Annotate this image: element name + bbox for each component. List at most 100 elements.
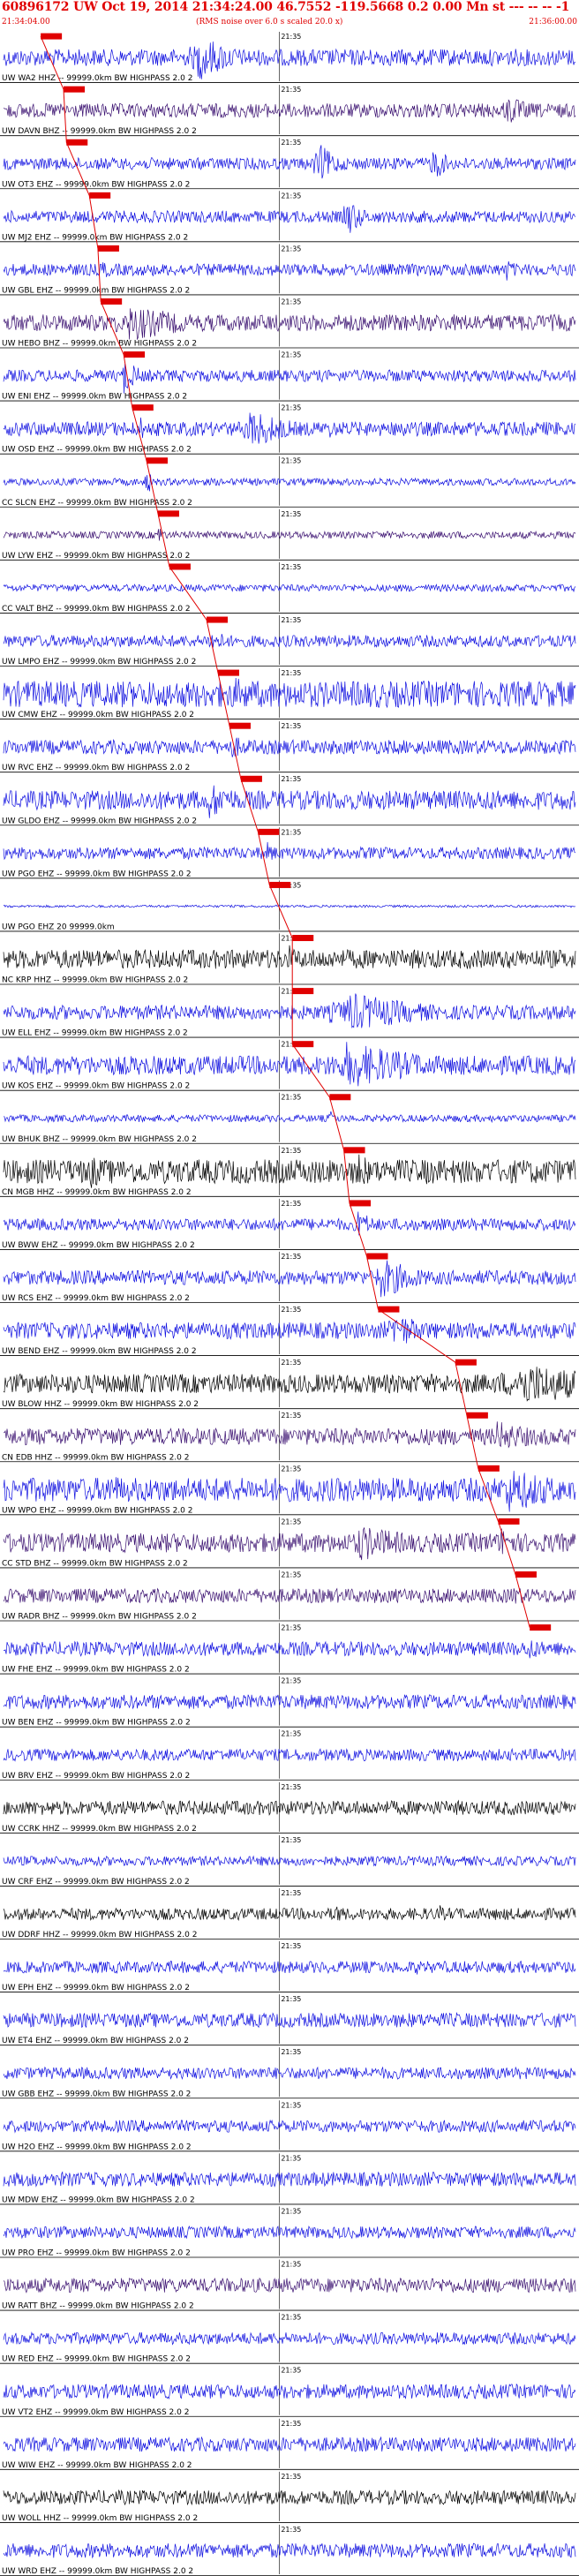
pick-marker [366,1253,388,1260]
waveform-trace [3,1527,576,1561]
station-label: UW PGO EHZ -- 99999.0km BW HIGHPASS 2.0 … [2,870,192,878]
trace-row: 21:35 CC VALT BHZ -- 99999.0km BW HIGHPAS… [0,561,579,614]
trace-row: 21:35 UW OSD EHZ -- 99999.0km BW HIGHPASS… [0,403,579,455]
trace-row: 21:35 CC STD BHZ -- 99999.0km BW HIGHPASS… [0,1517,579,1568]
minute-label: 21:35 [281,2526,301,2534]
waveform-trace [3,1211,576,1236]
minute-label: 21:35 [281,1147,301,1155]
station-label: UW WRD EHZ -- 99999.0km BW HIGHPASS 2.0 … [2,2567,193,2576]
waveform-trace [3,583,576,593]
minute-label: 21:35 [281,33,301,41]
station-label: UW BLOW HHZ -- 99999.0km BW HIGHPASS 2.0… [2,1400,199,1409]
pick-marker [515,1571,537,1578]
minute-label: 21:35 [281,1942,301,1950]
waveform-trace [3,308,576,341]
pick-marker [229,722,251,729]
trace-row: 21:35 CN EDB HHZ -- 99999.0km BW HIGHPASS… [0,1411,579,1462]
pick-marker [292,1041,314,1048]
waveform-trace [3,474,576,492]
minute-label: 21:35 [281,1889,301,1897]
trace-row: 21:35 UW RVC EHZ -- 99999.0km BW HIGHPASS… [0,721,579,772]
station-label: UW BHUK BHZ -- 99999.0km BW HIGHPASS 2.0… [2,1135,197,1144]
trace-row: 21:35 UW WPO EHZ -- 99999.0km BW HIGHPASS… [0,1464,579,1515]
station-label: UW HEBO BHZ -- 99999.0km BW HIGHPASS 2.0… [2,340,197,349]
waveform-trace [3,99,576,123]
minute-label: 21:35 [281,1094,301,1102]
pick-marker [466,1412,488,1419]
station-label: UW RVC EHZ -- 99999.0km BW HIGHPASS 2.0 … [2,764,190,772]
waveform-trace [3,2012,576,2029]
station-label: UW GBB EHZ -- 99999.0km BW HIGHPASS 2.0 … [2,2090,191,2098]
trace-row: 21:35 UW MJ2 EHZ -- 99999.0km BW HIGHPASS… [0,191,579,242]
trace-row: 21:35 UW LMPO EHZ -- 99999.0km BW HIGHPAS… [0,614,579,667]
waveform-trace [3,1694,576,1710]
station-label: UW GLDO EHZ -- 99999.0km BW HIGHPASS 2.0… [2,817,197,825]
station-label: CC VALT BHZ -- 99999.0km BW HIGHPASS 2.0… [2,605,191,614]
station-label: UW PRO EHZ -- 99999.0km BW HIGHPASS 2.0 … [2,2249,191,2258]
station-label: UW BEND EHZ -- 99999.0km BW HIGHPASS 2.0… [2,1347,197,1356]
waveform-trace [3,364,576,394]
event-title: 60896172 UW Oct 19, 2014 21:34:24.00 46.… [2,0,570,14]
trace-row: 21:35 UW RATT BHZ -- 99999.0km BW HIGHPAS… [0,2259,579,2311]
trace-row: 21:35 UW CRF EHZ -- 99999.0km BW HIGHPASS… [0,1834,579,1887]
minute-label: 21:35 [281,1518,301,1525]
minute-label: 21:35 [281,2261,301,2269]
trace-row: 21:35 UW H2O EHZ -- 99999.0km BW HIGHPASS… [0,2100,579,2151]
pick-marker [343,1147,365,1154]
station-label: UW LMPO EHZ -- 99999.0km BW HIGHPASS 2.0… [2,658,196,667]
station-label: NC KRP HHZ -- 99999.0km BW HIGHPASS 2.0 … [2,976,188,985]
minute-label: 21:35 [281,2420,301,2428]
trace-row: 21:35 UW BRV EHZ -- 99999.0km BW HIGHPASS… [0,1729,579,1781]
minute-label: 21:35 [281,563,301,571]
trace-row: 21:35NC KRP HHZ -- 99999.0km BW HIGHPASS… [0,933,579,985]
waveform-trace [3,145,576,179]
pick-marker [64,86,86,93]
waveform-trace [3,1154,576,1188]
minute-label: 21:35 [281,2154,301,2162]
waveform-trace [3,2171,576,2188]
pick-marker [97,245,119,252]
waveform-trace [3,634,576,648]
waveform-trace [3,945,576,969]
waveform-trace [3,1747,576,1762]
waveform-trace [3,2436,576,2452]
pick-marker [350,1200,372,1207]
station-label: UW WIW EHZ -- 99999.0km BW HIGHPASS 2.0 … [2,2461,192,2470]
pick-marker [455,1359,477,1366]
waveform-trace [3,785,576,818]
trace-row: 21:35 UW FHE EHZ -- 99999.0km BW HIGHPASS… [0,1623,579,1675]
station-label: CC SLCN EHZ -- 99999.0km BW HIGHPASS 2.0… [2,499,192,508]
waveform-trace [3,993,576,1028]
trace-row: 21:35 UW WRD EHZ -- 99999.0km BW HIGHPASS… [0,2524,579,2576]
waveform-trace [3,1367,576,1402]
trace-row: 21:35 UW BEND EHZ -- 99999.0km BW HIGHPAS… [0,1305,579,1356]
trace-row: 21:35 UW GBB EHZ -- 99999.0km BW HIGHPASS… [0,2047,579,2098]
minute-label: 21:35 [281,1783,301,1791]
trace-row: 21:35 UW LYW EHZ -- 99999.0km BW HIGHPASS… [0,508,579,561]
waveform-trace [3,2225,576,2240]
pick-marker [498,1518,520,1525]
waveform-trace [3,841,576,861]
pick-marker [207,616,229,623]
minute-label: 21:35 [281,404,301,412]
waveform-trace [3,1640,576,1659]
waveform-trace [3,904,576,908]
trace-row: 21:35 UW GBL EHZ -- 99999.0km BW HIGHPASS… [0,244,579,295]
pick-marker [147,457,168,464]
waveform-trace [3,1905,576,1922]
pick-marker [124,351,146,358]
waveform-trace [3,412,576,444]
station-label: UW CMW EHZ -- 99999.0km BW HIGHPASS 2.0 … [2,711,194,719]
minute-label: 21:35 [281,1359,301,1367]
station-label: UW OT3 EHZ -- 99999.0km BW HIGHPASS 2.0 … [2,180,190,189]
station-label: UW BRV EHZ -- 99999.0km BW HIGHPASS 2.0 … [2,1772,190,1781]
trace-row: 21:35 UW ENI EHZ -- 99999.0km BW HIGHPASS… [0,350,579,402]
trace-row: 21:35UW ELL EHZ -- 99999.0km BW HIGHPASS… [0,986,579,1038]
waveform-trace [3,1587,576,1604]
waveform-trace [3,2066,576,2081]
waveform-trace [3,2542,576,2559]
pick-marker [329,1094,351,1101]
station-label: UW WOLL HHZ -- 99999.0km BW HIGHPASS 2.0… [2,2514,198,2523]
station-label: UW KOS EHZ -- 99999.0km BW HIGHPASS 2.0 … [2,1082,190,1091]
minute-label: 21:35 [281,1412,301,1420]
